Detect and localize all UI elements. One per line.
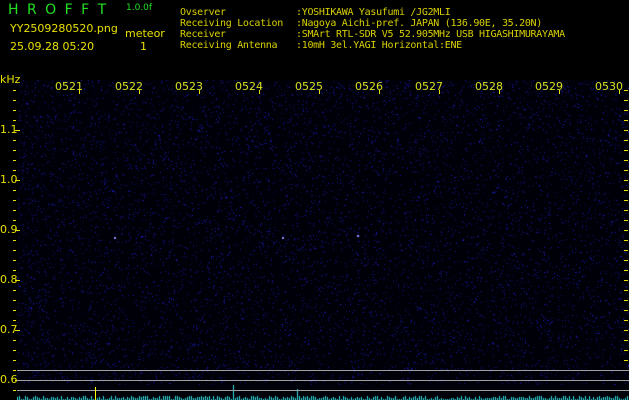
y-tick	[15, 230, 20, 231]
info-label: Receiver	[180, 29, 226, 40]
y-tick	[624, 330, 628, 331]
y-tick	[13, 220, 16, 221]
y-tick	[624, 300, 628, 301]
y-tick	[624, 220, 628, 221]
time-tick	[499, 90, 500, 94]
filename-label: YY2509280520.png	[10, 22, 118, 35]
time-tick	[79, 90, 80, 94]
y-tick	[13, 300, 16, 301]
y-tick	[624, 340, 628, 341]
y-tick	[624, 350, 628, 351]
station-info: Ovserver:YOSHIKAWA Yasufumi /JG2MLI Recei…	[180, 7, 565, 51]
y-tick	[624, 360, 628, 361]
y-tick	[13, 250, 16, 251]
info-row-observer: Ovserver :YOSHIKAWA Yasufumi /JG2MLI	[180, 7, 565, 18]
y-tick	[13, 120, 16, 121]
y-tick	[624, 130, 628, 131]
y-tick	[624, 180, 628, 181]
y-tick	[624, 170, 628, 171]
y-tick	[13, 100, 16, 101]
y-tick	[13, 370, 16, 371]
y-axis-unit: kHz	[0, 73, 21, 86]
y-tick	[624, 210, 628, 211]
info-value: :Nagoya Aichi-pref. JAPAN (136.90E, 35.2…	[296, 18, 542, 29]
y-tick	[13, 160, 16, 161]
y-tick	[13, 390, 16, 391]
y-tick	[13, 350, 16, 351]
info-row-location: Receiving Location :Nagoya Aichi-pref. JA…	[180, 18, 565, 29]
y-tick	[13, 190, 16, 191]
detection-count: 1	[140, 40, 147, 53]
y-tick	[13, 260, 16, 261]
datetime-label: 25.09.28 05:20	[10, 40, 95, 53]
app-title: H R O F F T	[8, 2, 109, 18]
y-tick	[624, 90, 628, 91]
time-tick	[559, 90, 560, 94]
y-tick	[13, 140, 16, 141]
y-tick	[13, 210, 16, 211]
y-tick	[13, 290, 16, 291]
y-tick	[624, 190, 628, 191]
y-tick	[624, 260, 628, 261]
y-tick	[624, 240, 628, 241]
y-tick	[624, 310, 628, 311]
reference-line	[17, 380, 629, 381]
y-tick	[624, 270, 628, 271]
y-tick	[15, 330, 20, 331]
time-tick	[139, 90, 140, 94]
info-value: :10mH 3el.YAGI Horizontal:ENE	[296, 40, 462, 51]
y-tick	[624, 160, 628, 161]
info-row-antenna: Receiving Antenna :10mH 3el.YAGI Horizont…	[180, 40, 565, 51]
y-tick	[624, 100, 628, 101]
y-tick	[624, 230, 628, 231]
reference-line	[17, 370, 629, 371]
time-tick	[319, 90, 320, 94]
y-tick	[624, 200, 628, 201]
info-label: Ovserver	[180, 7, 226, 18]
y-tick	[15, 130, 20, 131]
y-tick	[13, 150, 16, 151]
info-value: :YOSHIKAWA Yasufumi /JG2MLI	[296, 7, 451, 18]
time-tick	[619, 90, 620, 94]
info-label: Receiving Location	[180, 18, 283, 29]
y-tick	[13, 340, 16, 341]
reference-line	[17, 390, 629, 391]
y-tick	[13, 320, 16, 321]
y-tick	[13, 90, 16, 91]
y-tick	[13, 200, 16, 201]
time-tick	[379, 90, 380, 94]
info-value: :SMArt RTL-SDR V5 52.905MHz USB HIGASHIM…	[296, 29, 565, 40]
mode-label: meteor	[125, 27, 165, 40]
time-tick	[439, 90, 440, 94]
y-tick	[624, 320, 628, 321]
detection-marker	[95, 387, 96, 400]
y-tick	[624, 120, 628, 121]
y-tick	[13, 240, 16, 241]
y-tick	[13, 110, 16, 111]
y-tick	[624, 250, 628, 251]
y-tick	[624, 110, 628, 111]
time-tick	[199, 90, 200, 94]
y-tick	[13, 360, 16, 361]
info-row-receiver: Receiver :SMArt RTL-SDR V5 52.905MHz USB …	[180, 29, 565, 40]
y-tick	[624, 140, 628, 141]
y-tick	[15, 180, 20, 181]
y-tick	[13, 310, 16, 311]
spectrogram-waterfall	[17, 80, 629, 400]
version-label: 1.0.0f	[126, 3, 153, 13]
info-label: Receiving Antenna	[180, 40, 278, 51]
y-tick	[624, 290, 628, 291]
time-tick	[259, 90, 260, 94]
y-tick	[624, 280, 628, 281]
y-tick	[15, 280, 20, 281]
y-tick	[13, 270, 16, 271]
y-tick	[13, 170, 16, 171]
y-tick	[624, 150, 628, 151]
